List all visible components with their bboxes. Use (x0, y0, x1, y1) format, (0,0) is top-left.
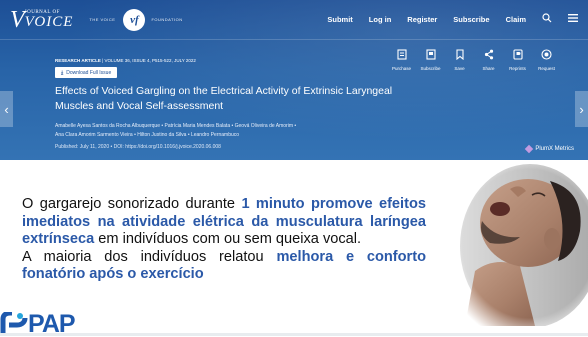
action-share[interactable]: Share (474, 49, 503, 71)
download-label: Download Full Issue (66, 69, 112, 76)
nav-links: Submit Log in Register Subscribe Claim (327, 13, 578, 26)
plumx-metrics-link[interactable]: PlumX Metrics (525, 144, 574, 154)
authors-line-1[interactable]: Amabelle Ayesa Santos da Rocha Albuquerq… (55, 122, 415, 131)
article-actions: Purchase Subscribe Save Share Reprints R… (387, 49, 561, 71)
logo-v-mark: V (10, 6, 25, 33)
logo-official-text: THE VOICE (89, 17, 116, 22)
logo-wordmark: JOURNAL OF VOICE (25, 10, 74, 30)
finding-paragraph-2: A maioria dos indivíduos relatou melhora… (22, 249, 426, 284)
subscribe-icon (425, 49, 436, 64)
action-request[interactable]: Request (532, 49, 561, 71)
action-label: Purchase (391, 66, 411, 71)
request-icon (541, 49, 552, 64)
plumx-label: PlumX Metrics (535, 146, 574, 152)
share-icon (484, 49, 494, 64)
reprints-icon (512, 49, 523, 64)
purchase-icon (396, 49, 407, 64)
search-icon[interactable] (542, 13, 552, 26)
authors-line-2[interactable]: Ana Clara Amorim Sarmento Vieira • Hilto… (55, 131, 415, 140)
action-label: Request (538, 66, 555, 71)
p2-text-a: A maioria dos indivíduos relatou (22, 248, 277, 265)
action-purchase[interactable]: Purchase (387, 49, 416, 71)
finding-paragraph-1: O gargarejo sonorizado durante 1 minuto … (22, 196, 426, 249)
article-meta: RESEARCH ARTICLE | VOLUME 36, ISSUE 4, P… (55, 58, 196, 63)
plumx-icon (525, 144, 534, 154)
journal-logo[interactable]: V JOURNAL OF VOICE THE VOICE vf FOUNDATI… (10, 8, 183, 32)
p1-text-b: em indivíduos com ou sem queixa vocal. (94, 231, 362, 247)
logo-voice-text: VOICE (24, 13, 74, 30)
action-reprints[interactable]: Reprints (503, 49, 532, 71)
chevron-right-icon[interactable]: › (575, 91, 588, 127)
nav-subscribe[interactable]: Subscribe (453, 15, 489, 24)
menu-icon[interactable] (568, 14, 578, 25)
slide-body: O gargarejo sonorizado durante 1 minuto … (22, 196, 426, 284)
action-subscribe[interactable]: Subscribe (416, 49, 445, 71)
nav-submit[interactable]: Submit (327, 15, 352, 24)
action-save[interactable]: Save (445, 49, 474, 71)
article-title: Effects of Voiced Gargling on the Electr… (55, 85, 393, 112)
top-navigation: V JOURNAL OF VOICE THE VOICE vf FOUNDATI… (0, 0, 588, 40)
article-banner: V JOURNAL OF VOICE THE VOICE vf FOUNDATI… (0, 0, 588, 160)
download-icon: ⤓ (61, 69, 64, 76)
bottom-rule (0, 333, 588, 336)
save-icon (455, 49, 465, 64)
vf-badge-icon: vf (123, 8, 146, 31)
gargling-man-photo (440, 161, 588, 326)
article-volume: | VOLUME 36, ISSUE 4, P515-522, JULY 202… (102, 58, 196, 63)
logo-foundation-text: FOUNDATION (151, 17, 183, 22)
download-full-issue-button[interactable]: ⤓ Download Full Issue (55, 67, 118, 78)
article-type: RESEARCH ARTICLE (55, 58, 101, 63)
action-label: Share (482, 66, 495, 71)
action-label: Save (454, 66, 465, 71)
author-list: Amabelle Ayesa Santos da Rocha Albuquerq… (55, 122, 415, 140)
p1-text-a: O gargarejo sonorizado durante (22, 196, 242, 212)
action-label: Reprints (509, 66, 526, 71)
nav-claim[interactable]: Claim (506, 15, 526, 24)
nav-login[interactable]: Log in (369, 15, 392, 24)
nav-register[interactable]: Register (407, 15, 437, 24)
action-label: Subscribe (420, 66, 441, 71)
chevron-left-icon[interactable]: ‹ (0, 91, 13, 127)
published-doi[interactable]: Published: July 11, 2020 • DOI: https://… (55, 144, 221, 150)
